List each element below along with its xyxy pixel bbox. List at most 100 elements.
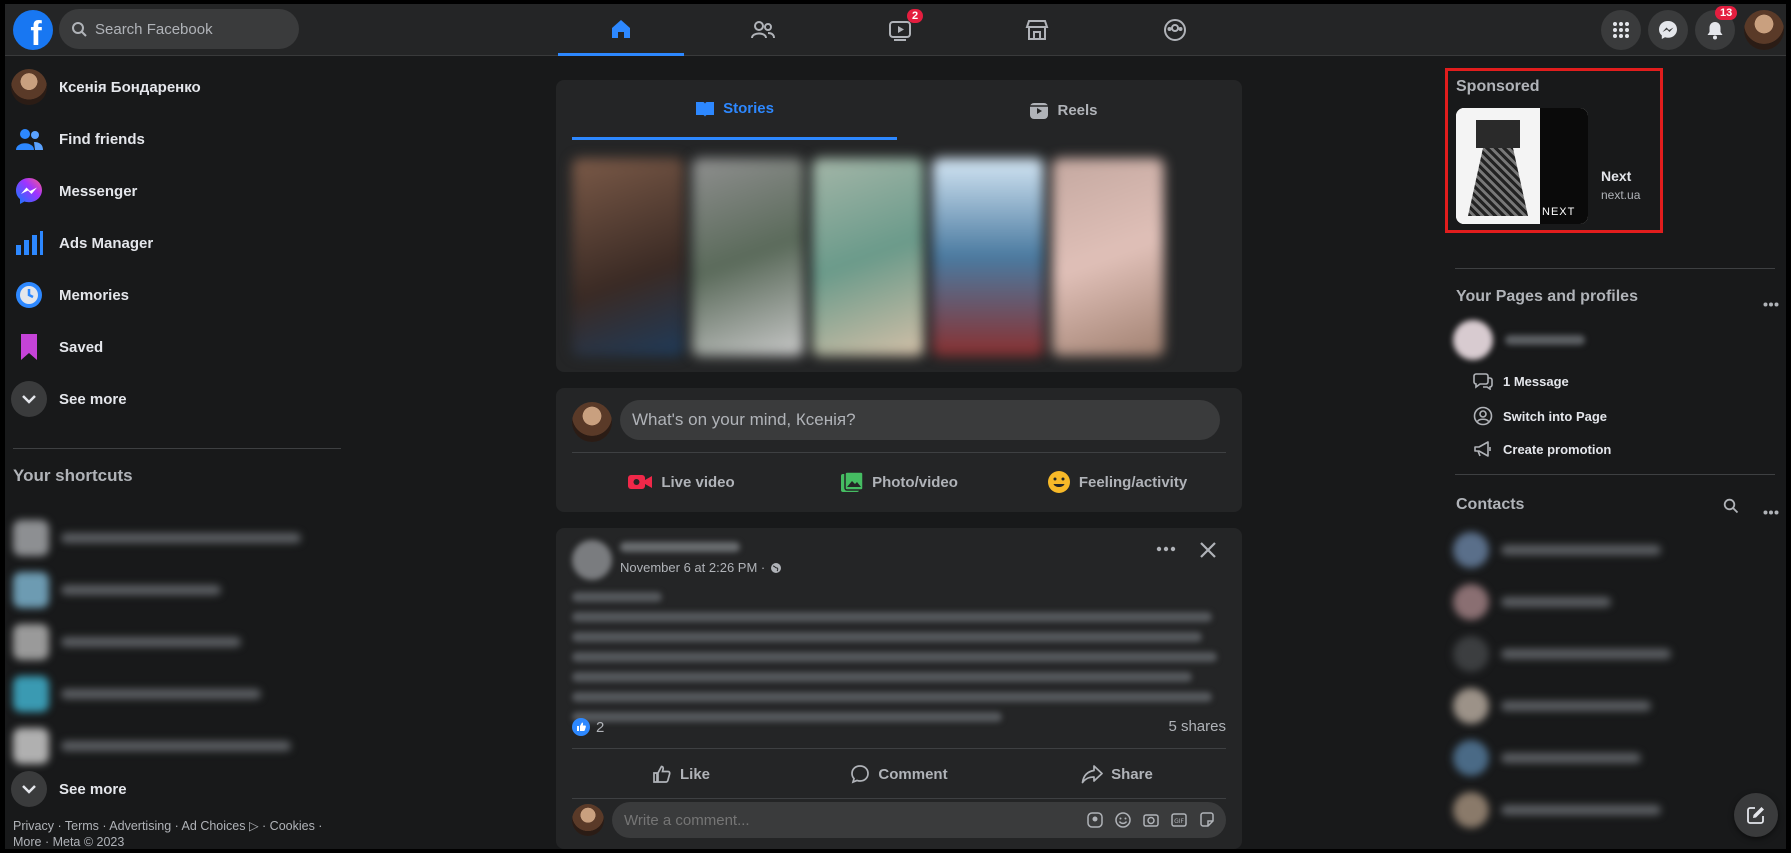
contact-item[interactable]: [1453, 582, 1611, 622]
shares-count[interactable]: 5 shares: [1168, 718, 1226, 735]
shortcut-item[interactable]: [13, 516, 323, 560]
search-icon: [72, 22, 87, 37]
messenger-button[interactable]: [1648, 10, 1688, 50]
live-video-button[interactable]: Live video: [572, 460, 790, 504]
sidebar-item-messenger[interactable]: Messenger: [11, 168, 341, 214]
post-options-button[interactable]: [1156, 546, 1176, 552]
sidebar-see-more[interactable]: See more: [11, 376, 341, 422]
avatar-sticker-icon[interactable]: [1086, 811, 1104, 829]
pages-options-button[interactable]: [1763, 294, 1779, 312]
footer-links[interactable]: Privacy · Terms · Advertising · Ad Choic…: [13, 818, 343, 849]
menu-button[interactable]: [1601, 10, 1641, 50]
tab-home[interactable]: [558, 4, 684, 56]
new-message-button[interactable]: [1734, 793, 1778, 837]
ad-url[interactable]: next.ua: [1601, 188, 1640, 202]
compose-icon: [1747, 807, 1764, 824]
shortcut-item[interactable]: [13, 724, 323, 768]
emoji-icon[interactable]: [1114, 811, 1132, 829]
reactions-summary[interactable]: 2: [572, 718, 604, 736]
message-icon: [1473, 373, 1493, 390]
sidebar-item-find-friends[interactable]: Find friends: [11, 116, 341, 162]
divider: [1455, 268, 1775, 269]
contact-item[interactable]: [1453, 530, 1661, 570]
photo-video-button[interactable]: Photo/video: [790, 460, 1008, 504]
home-icon: [612, 19, 630, 38]
ad-name[interactable]: Next: [1601, 168, 1631, 184]
live-video-icon: [628, 475, 653, 489]
sidebar-item-profile[interactable]: Ксенія Бондаренко: [11, 64, 341, 110]
shortcut-item[interactable]: [13, 672, 323, 716]
search-input[interactable]: [95, 20, 275, 38]
comment-box[interactable]: GIF: [612, 802, 1226, 838]
composer-input[interactable]: [620, 400, 1220, 440]
story-card[interactable]: [692, 158, 804, 356]
page-profile[interactable]: [1453, 320, 1585, 360]
contacts-options-button[interactable]: [1763, 502, 1779, 520]
comment-input[interactable]: [612, 811, 1052, 829]
sponsored-title: Sponsored: [1456, 78, 1540, 95]
tab-reels[interactable]: Reels: [901, 80, 1226, 140]
like-button[interactable]: Like: [572, 752, 790, 796]
sidebar-item-label: Find friends: [59, 130, 145, 148]
tab-groups[interactable]: [1112, 4, 1238, 56]
divider: [572, 748, 1226, 749]
ads-manager-icon: [16, 231, 43, 255]
top-bar: f 2 13: [5, 4, 1786, 56]
share-button[interactable]: Share: [1008, 752, 1226, 796]
page-action-message[interactable]: 1 Message: [1471, 372, 1569, 390]
account-avatar[interactable]: [1744, 10, 1784, 50]
tab-watch[interactable]: 2: [838, 4, 964, 56]
camera-icon[interactable]: [1142, 811, 1160, 829]
facebook-logo-icon[interactable]: f: [13, 10, 53, 50]
post-timestamp[interactable]: November 6 at 2:26 PM ·: [620, 560, 765, 575]
sticker-icon[interactable]: [1198, 811, 1216, 829]
contacts-search-button[interactable]: [1723, 498, 1739, 519]
smiley-icon: [1047, 471, 1070, 493]
page-action-switch[interactable]: Switch into Page: [1471, 406, 1607, 426]
sidebar-item-ads-manager[interactable]: Ads Manager: [11, 220, 341, 266]
shortcut-item[interactable]: [13, 568, 323, 612]
page-action-label: Create promotion: [1503, 441, 1612, 457]
feeling-activity-button[interactable]: Feeling/activity: [1008, 460, 1226, 504]
tab-label: Stories: [723, 100, 774, 117]
gif-icon[interactable]: GIF: [1170, 811, 1188, 829]
live-video-label: Live video: [661, 473, 735, 491]
groups-icon: [1164, 19, 1186, 41]
story-card[interactable]: [812, 158, 924, 356]
stories-card: Stories Reels: [556, 80, 1242, 372]
shortcut-item[interactable]: [13, 620, 323, 664]
ad-image[interactable]: NEXT: [1456, 108, 1588, 224]
create-story-card[interactable]: [572, 158, 684, 356]
contact-item[interactable]: [1453, 686, 1651, 726]
comment-button[interactable]: Comment: [790, 752, 1008, 796]
divider: [13, 448, 341, 449]
tab-friends[interactable]: [700, 4, 826, 56]
contact-item[interactable]: [1453, 738, 1641, 778]
hide-post-button[interactable]: [1199, 541, 1217, 564]
shortcuts-see-more[interactable]: See more: [11, 766, 341, 812]
bell-icon: [1707, 22, 1723, 40]
post-author-name[interactable]: [620, 542, 740, 552]
tab-marketplace[interactable]: [974, 4, 1100, 56]
friends-icon: [751, 21, 775, 39]
sidebar-item-memories[interactable]: Memories: [11, 272, 341, 318]
page-action-promotion[interactable]: Create promotion: [1471, 440, 1611, 458]
bookmark-icon: [21, 334, 37, 360]
sidebar-item-label: See more: [59, 390, 127, 408]
left-sidebar: Ксенія Бондаренко Find friends Messenger…: [5, 56, 345, 849]
messenger-icon: [1659, 21, 1677, 39]
sidebar-item-saved[interactable]: Saved: [11, 324, 341, 370]
more-options-icon: [1763, 302, 1779, 307]
story-card[interactable]: [1052, 158, 1164, 356]
search-box[interactable]: [59, 9, 299, 49]
book-icon: [696, 101, 715, 117]
post-author-avatar[interactable]: [572, 540, 612, 580]
contact-item[interactable]: [1453, 634, 1671, 674]
tab-stories[interactable]: Stories: [572, 80, 897, 140]
story-card[interactable]: [932, 158, 1044, 356]
comment-label: Comment: [878, 765, 948, 783]
share-icon: [1081, 765, 1103, 784]
notifications-button[interactable]: 13: [1695, 6, 1738, 50]
pages-title: Your Pages and profiles: [1456, 288, 1638, 305]
contact-item[interactable]: [1453, 790, 1661, 830]
